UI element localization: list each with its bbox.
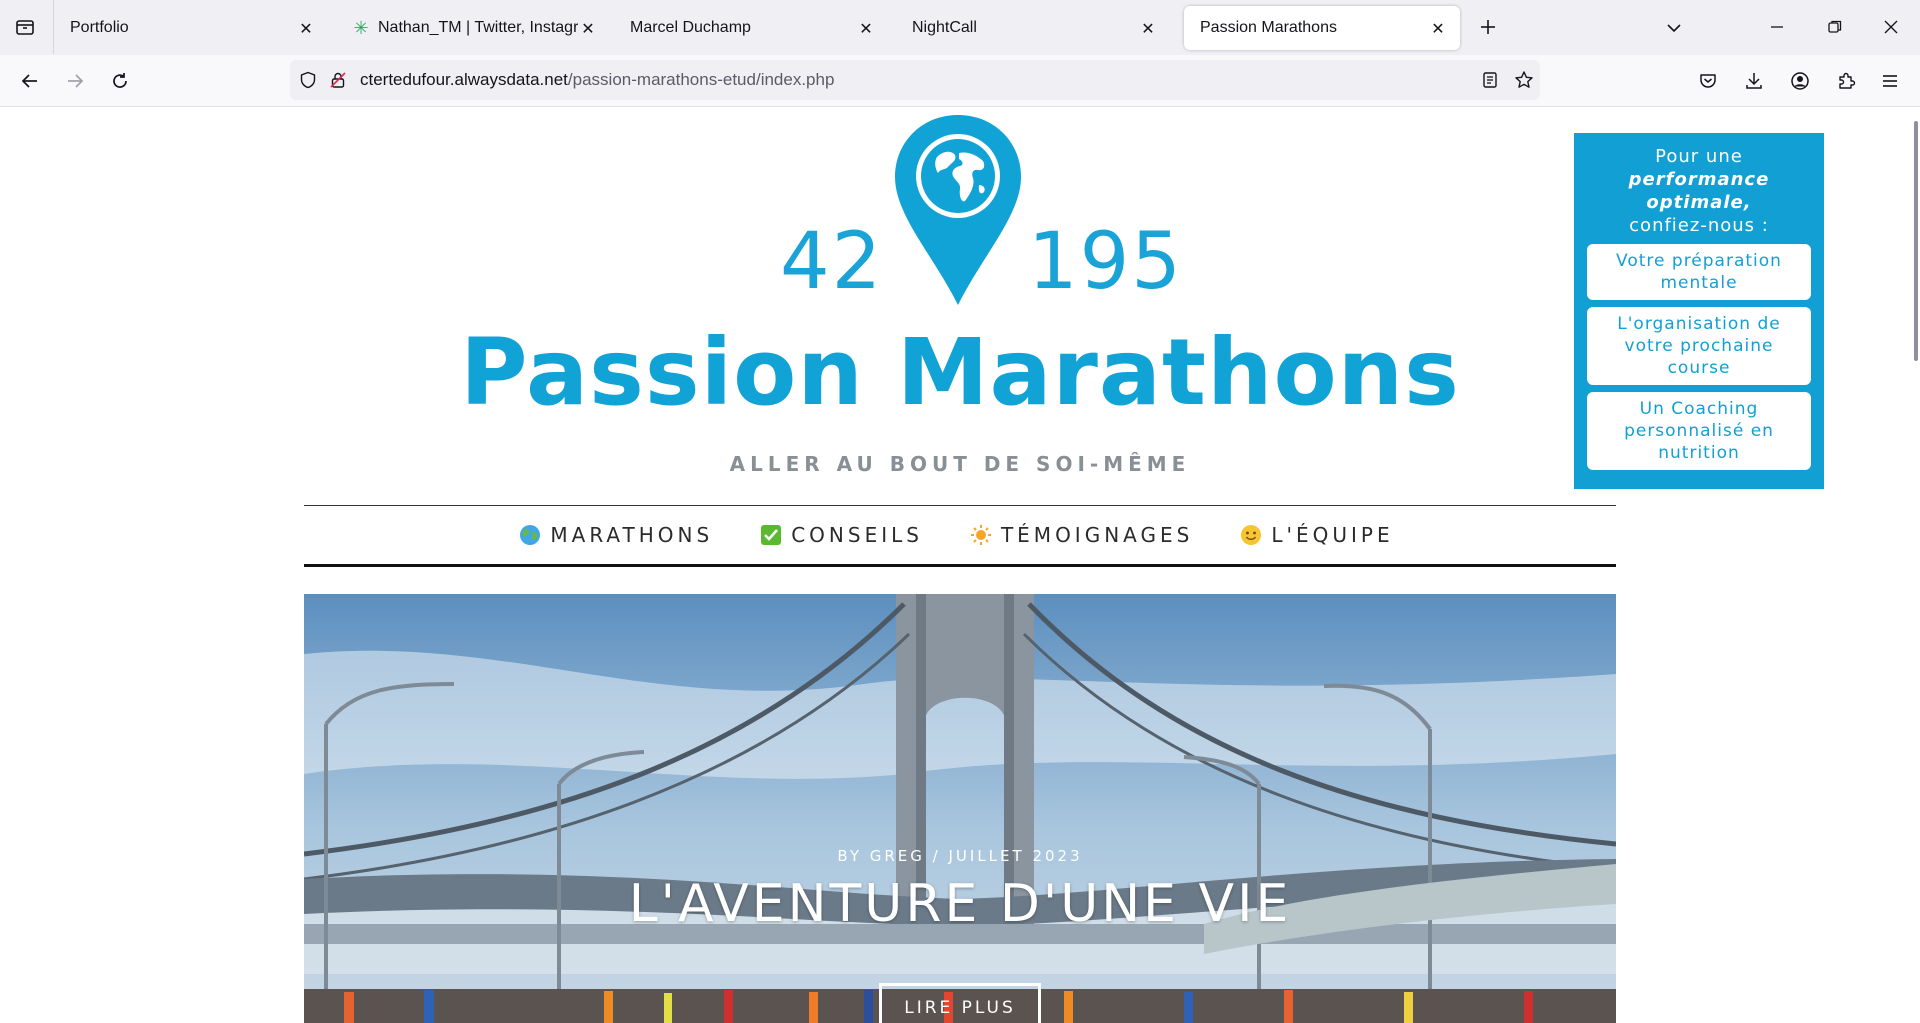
new-tab-icon[interactable] (1474, 13, 1502, 41)
url-text[interactable]: ctertedufour.alwaysdata.net/passion-mara… (360, 70, 834, 90)
bridge-photo (304, 594, 1616, 1023)
tab-nathan[interactable]: ✳ Nathan_TM | Twitter, Instagram ✕ (336, 6, 610, 50)
reload-icon[interactable] (104, 65, 136, 97)
restore-icon[interactable] (1820, 12, 1850, 42)
reader-view-icon[interactable] (1474, 64, 1506, 96)
tab-bar: Portfolio ✕ ✳ Nathan_TM | Twitter, Insta… (0, 0, 1920, 55)
tab-title: NightCall (912, 19, 977, 36)
link-nutrition-coaching[interactable]: Un Coaching personnalisé en nutrition (1587, 392, 1811, 470)
check-mark-icon (759, 523, 783, 547)
services-intro-line1: Pour une (1655, 146, 1743, 167)
url-path: /passion-marathons-etud/index.php (567, 70, 835, 89)
logo-number-left: 42 (780, 217, 884, 307)
menu-item-temoignages[interactable]: TÉMOIGNAGES (969, 523, 1193, 547)
close-icon[interactable]: ✕ (856, 18, 876, 38)
map-pin-globe-icon (893, 115, 1023, 307)
forward-arrow-icon[interactable] (59, 65, 91, 97)
menu-item-label: TÉMOIGNAGES (1000, 523, 1194, 547)
hero-meta: BY GREG / JUILLET 2023 (837, 847, 1083, 865)
menu-item-label: L'ÉQUIPE (1271, 523, 1394, 547)
close-window-icon[interactable] (1876, 12, 1906, 42)
tab-title: Portfolio (70, 19, 129, 36)
bookmark-star-icon[interactable] (1508, 64, 1540, 96)
extensions-icon[interactable] (1830, 65, 1862, 97)
services-box: Pour une performance optimale, confiez-n… (1574, 133, 1824, 489)
pocket-icon[interactable] (1692, 65, 1724, 97)
read-more-button[interactable]: LIRE PLUS (879, 983, 1041, 1023)
address-bar[interactable]: ctertedufour.alwaysdata.net/passion-mara… (290, 60, 1540, 100)
close-icon[interactable]: ✕ (1138, 18, 1158, 38)
main-menu: MARATHONS CONSEILS TÉMOIGNAGES L'ÉQUIPE (304, 505, 1616, 567)
navigation-toolbar: ctertedufour.alwaysdata.net/passion-mara… (0, 55, 1920, 107)
services-intro-line2: confiez-nous : (1629, 215, 1769, 236)
tab-title: Nathan_TM | Twitter, Instagram (378, 19, 578, 36)
close-icon[interactable]: ✕ (578, 18, 598, 38)
page-scrollbar[interactable] (1914, 121, 1918, 361)
logo-number-right: 195 (1028, 217, 1183, 307)
link-mental-preparation[interactable]: Votre préparation mentale (1587, 244, 1811, 300)
services-intro-emphasis: performance optimale, (1628, 169, 1770, 213)
insecure-lock-icon[interactable] (326, 68, 350, 92)
tab-title: Passion Marathons (1200, 19, 1337, 36)
url-host: ctertedufour.alwaysdata.net (360, 70, 568, 89)
close-icon[interactable]: ✕ (1428, 18, 1448, 38)
firefox-view-icon[interactable] (12, 14, 38, 40)
chevron-down-icon[interactable] (1660, 14, 1688, 42)
smiley-icon (1239, 523, 1263, 547)
linktree-icon: ✳ (353, 17, 369, 39)
shield-icon[interactable] (296, 68, 320, 92)
link-race-organisation[interactable]: L'organisation de votre prochaine course (1587, 307, 1811, 385)
globe-icon (518, 523, 542, 547)
menu-item-label: MARATHONS (550, 523, 714, 547)
account-icon[interactable] (1784, 65, 1816, 97)
tab-nightcall[interactable]: NightCall ✕ (896, 6, 1170, 50)
web-page: 42 195 Passion Marathons ALLER AU BOUT D… (0, 107, 1920, 1023)
hamburger-menu-icon[interactable] (1874, 65, 1906, 97)
back-arrow-icon[interactable] (14, 65, 46, 97)
menu-item-conseils[interactable]: CONSEILS (759, 523, 923, 547)
tab-passion-marathons[interactable]: Passion Marathons ✕ (1184, 6, 1460, 50)
sun-icon (969, 523, 993, 547)
close-icon[interactable]: ✕ (296, 18, 316, 38)
hero-title[interactable]: L'AVENTURE D'UNE VIE (304, 874, 1616, 934)
menu-item-label: CONSEILS (791, 523, 923, 547)
hero-banner[interactable]: BY GREG / JUILLET 2023 L'AVENTURE D'UNE … (304, 594, 1616, 1023)
menu-item-marathons[interactable]: MARATHONS (518, 523, 713, 547)
minimize-icon[interactable] (1762, 12, 1792, 42)
tab-marcel-duchamp[interactable]: Marcel Duchamp ✕ (614, 6, 888, 50)
services-intro: Pour une performance optimale, confiez-n… (1587, 145, 1811, 237)
tab-portfolio[interactable]: Portfolio ✕ (54, 6, 328, 50)
menu-item-equipe[interactable]: L'ÉQUIPE (1239, 523, 1393, 547)
download-icon[interactable] (1738, 65, 1770, 97)
tab-title: Marcel Duchamp (630, 19, 751, 36)
